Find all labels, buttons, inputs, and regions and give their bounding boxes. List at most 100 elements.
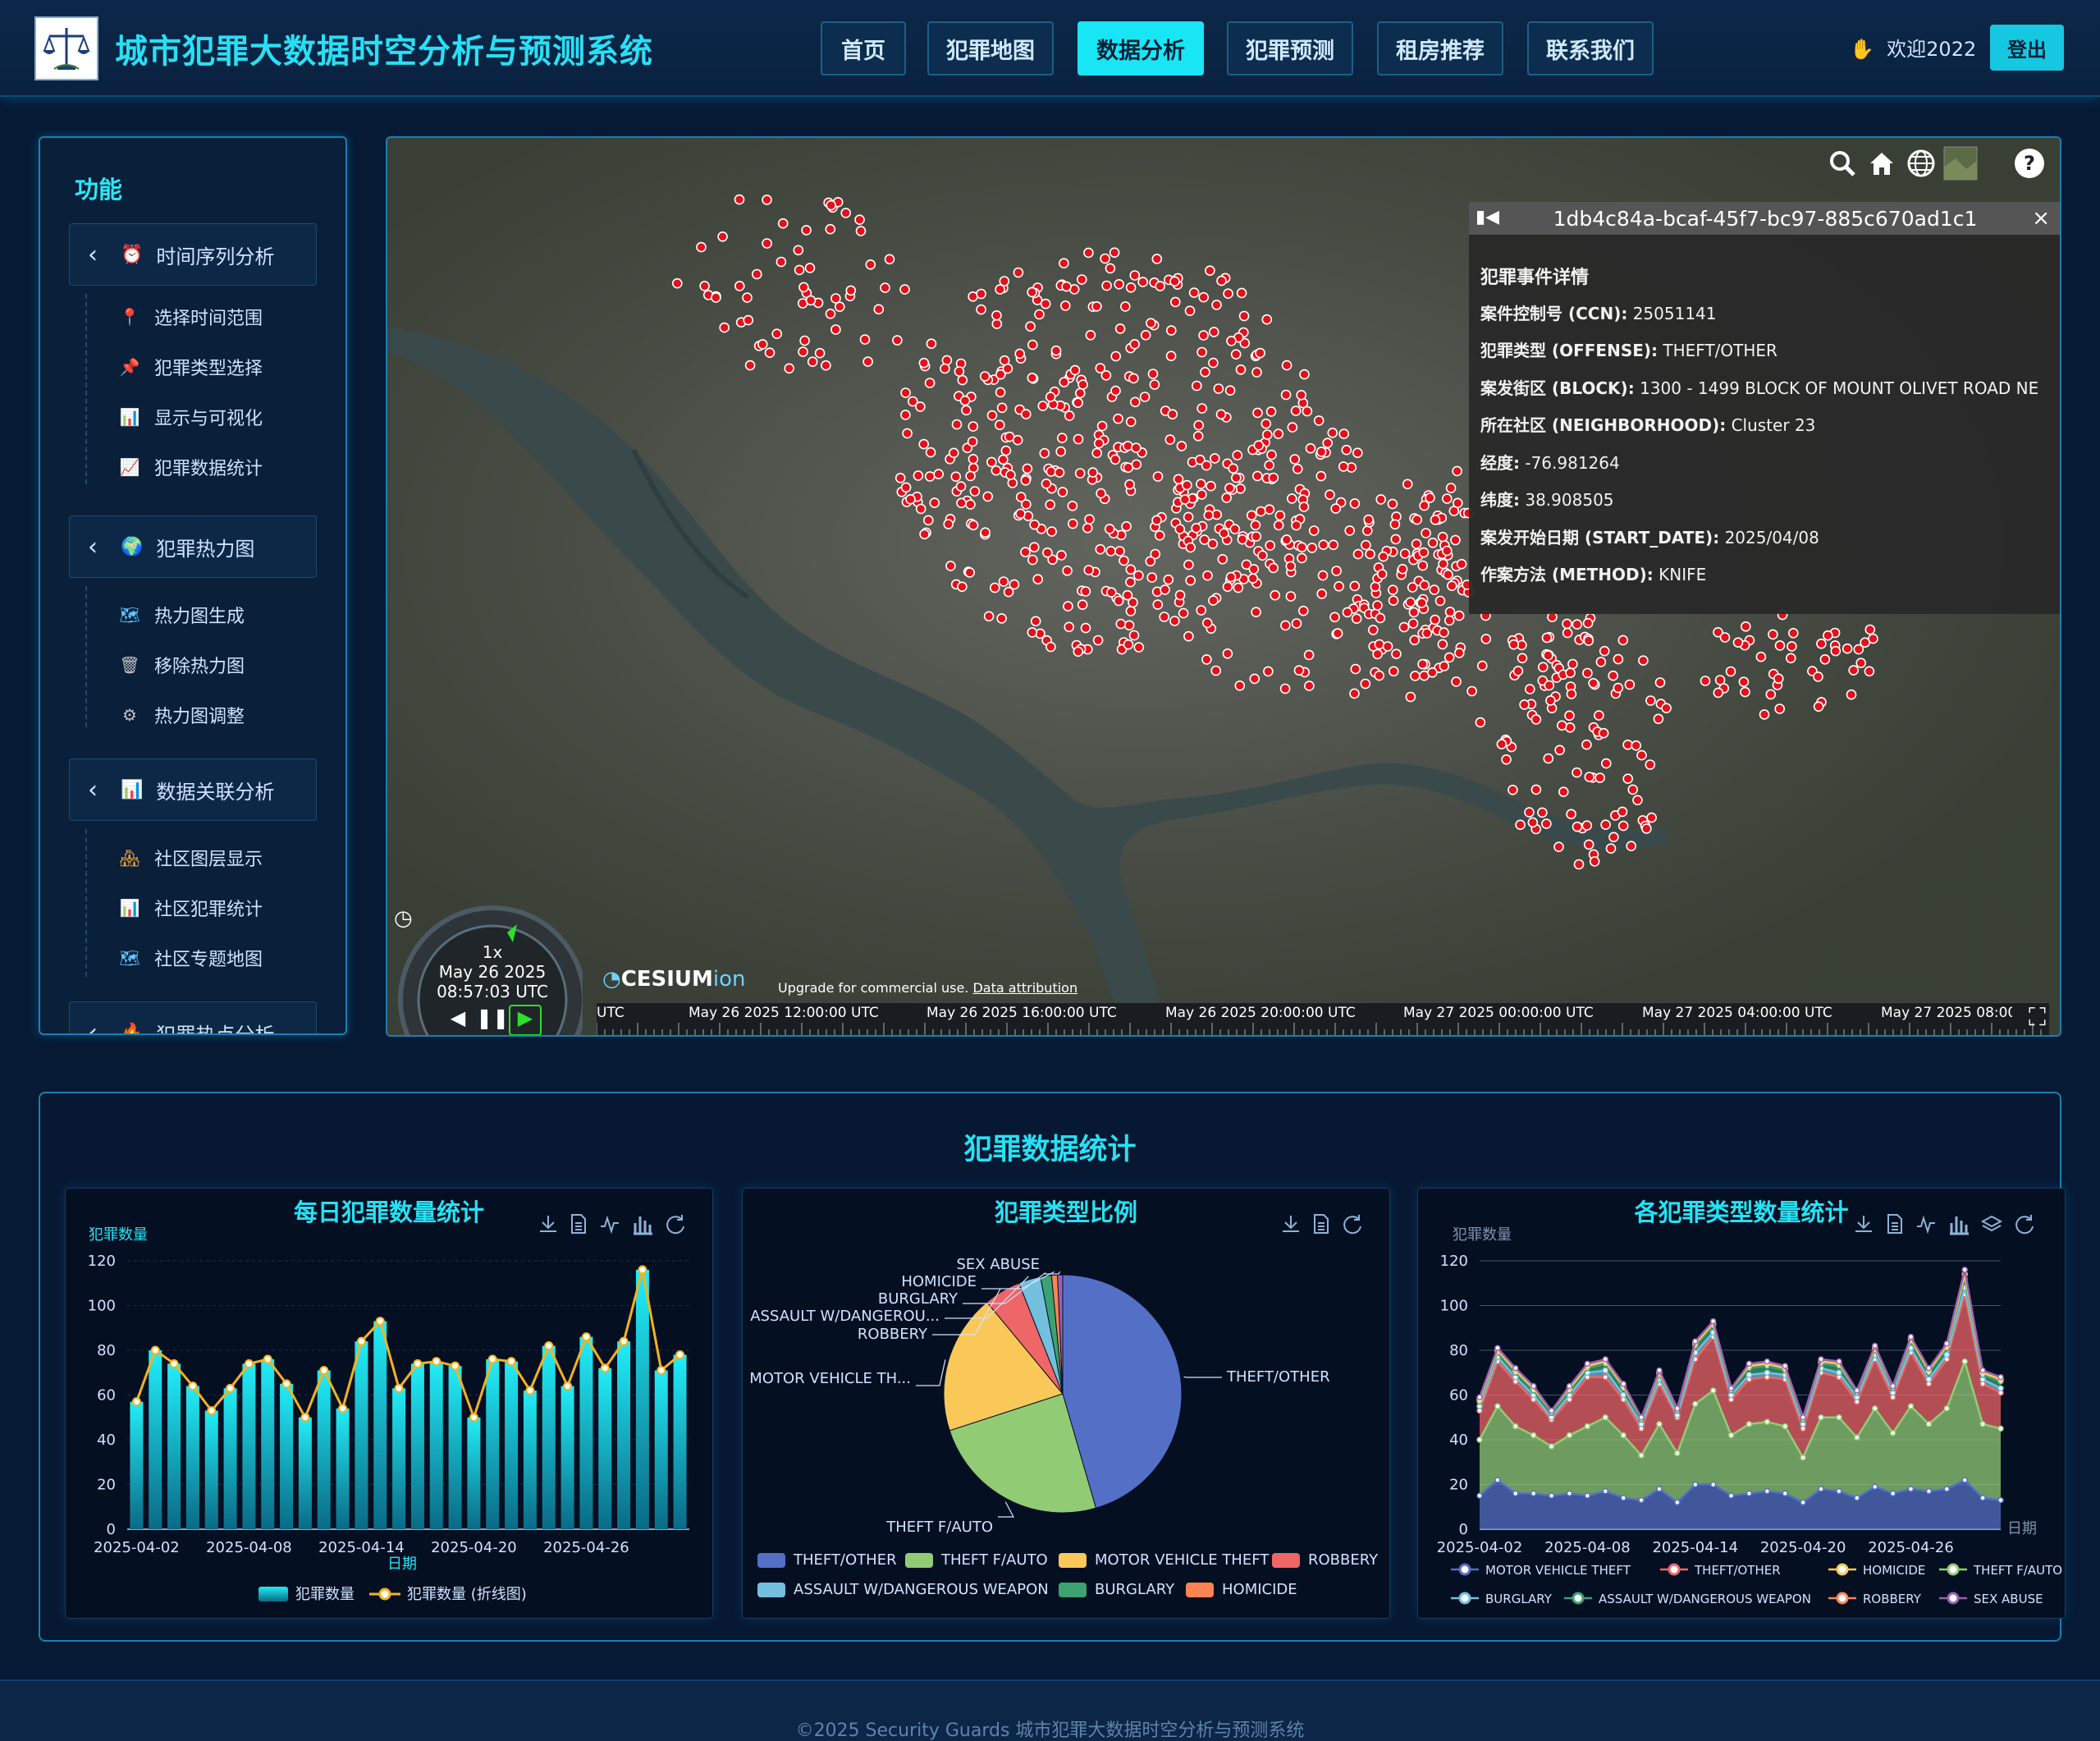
crime-point[interactable] xyxy=(1176,441,1187,451)
crime-point[interactable] xyxy=(1306,543,1318,553)
crime-point[interactable] xyxy=(1193,419,1205,431)
area-point[interactable] xyxy=(1889,1382,1896,1390)
area-point[interactable] xyxy=(1638,1414,1645,1421)
crime-point[interactable] xyxy=(1362,525,1373,536)
crime-point[interactable] xyxy=(1419,500,1430,511)
crime-point[interactable] xyxy=(1091,301,1102,312)
crime-point[interactable] xyxy=(1188,287,1200,298)
document-icon[interactable] xyxy=(1887,1214,1902,1234)
crime-point[interactable] xyxy=(996,402,1008,414)
crime-point[interactable] xyxy=(1598,727,1609,739)
crime-point[interactable] xyxy=(1501,754,1512,765)
crime-point[interactable] xyxy=(979,371,991,382)
crime-point[interactable] xyxy=(1123,440,1133,451)
line-point[interactable] xyxy=(300,1413,310,1423)
crime-point[interactable] xyxy=(959,395,971,406)
crime-point[interactable] xyxy=(1378,551,1389,562)
crime-point[interactable] xyxy=(696,241,707,253)
download-icon[interactable] xyxy=(1855,1216,1872,1232)
crime-point[interactable] xyxy=(1581,739,1592,750)
crime-point[interactable] xyxy=(1196,479,1206,489)
area-point[interactable] xyxy=(1854,1387,1860,1394)
crime-point[interactable] xyxy=(1209,453,1220,464)
area-point[interactable] xyxy=(1566,1382,1573,1390)
crime-point[interactable] xyxy=(1199,534,1210,545)
area-point[interactable] xyxy=(1548,1407,1555,1414)
crime-point[interactable] xyxy=(1085,330,1096,341)
crime-point[interactable] xyxy=(1185,575,1196,586)
crime-point[interactable] xyxy=(1613,682,1624,694)
crime-point[interactable] xyxy=(1264,504,1275,515)
crime-point[interactable] xyxy=(1443,652,1455,663)
crime-point[interactable] xyxy=(1128,373,1139,384)
crime-point[interactable] xyxy=(922,515,934,526)
crime-point[interactable] xyxy=(1185,542,1196,553)
crime-point[interactable] xyxy=(764,347,775,359)
crime-point[interactable] xyxy=(1105,263,1116,274)
crime-point[interactable] xyxy=(1123,620,1135,631)
crime-point[interactable] xyxy=(1169,276,1180,287)
crime-point[interactable] xyxy=(1605,843,1617,854)
home-icon[interactable] xyxy=(1864,146,1899,181)
crime-point[interactable] xyxy=(1169,296,1181,308)
crime-point[interactable] xyxy=(1045,641,1056,653)
crime-point[interactable] xyxy=(1198,330,1209,341)
bar[interactable] xyxy=(298,1417,312,1529)
crime-point[interactable] xyxy=(907,396,918,407)
area-point[interactable] xyxy=(1602,1356,1609,1363)
area-point[interactable] xyxy=(1800,1455,1806,1461)
crime-point[interactable] xyxy=(1191,522,1202,534)
crime-point[interactable] xyxy=(1402,479,1413,490)
crime-point[interactable] xyxy=(1725,666,1736,677)
crime-point[interactable] xyxy=(1255,347,1265,359)
crime-point[interactable] xyxy=(1234,680,1246,691)
crime-point[interactable] xyxy=(744,360,756,371)
crime-point[interactable] xyxy=(1370,581,1381,593)
crime-point[interactable] xyxy=(1231,472,1242,483)
crime-point[interactable] xyxy=(1056,433,1068,443)
line-point[interactable] xyxy=(469,1413,478,1423)
crime-point[interactable] xyxy=(1430,514,1441,525)
area-point[interactable] xyxy=(1979,1367,1986,1374)
crime-point[interactable] xyxy=(1046,526,1057,537)
sidebar-group-time-series[interactable]: ‹ ⏰ 时间序列分析 xyxy=(69,223,317,286)
crime-point[interactable] xyxy=(777,218,789,229)
crime-point[interactable] xyxy=(1159,612,1170,622)
area-point[interactable] xyxy=(1871,1483,1878,1490)
crime-point[interactable] xyxy=(1012,434,1023,446)
sidebar-item-heatmap-adjust[interactable]: ⚙ 热力图调整 xyxy=(118,699,245,731)
bar[interactable] xyxy=(429,1361,443,1529)
crime-point[interactable] xyxy=(1315,447,1327,457)
sidebar-group-correlation[interactable]: ‹ 📊 数据关联分析 xyxy=(69,758,317,821)
bar[interactable] xyxy=(185,1386,199,1529)
crime-point[interactable] xyxy=(1434,595,1446,607)
crime-point[interactable] xyxy=(1246,510,1257,521)
crime-point[interactable] xyxy=(1146,572,1158,583)
crime-point[interactable] xyxy=(1074,387,1086,399)
crime-point[interactable] xyxy=(996,613,1007,624)
crime-point[interactable] xyxy=(1265,540,1275,551)
bar[interactable] xyxy=(355,1341,368,1529)
crime-point[interactable] xyxy=(825,309,836,319)
crime-point[interactable] xyxy=(1541,818,1552,829)
crime-point[interactable] xyxy=(1365,548,1375,560)
area-point[interactable] xyxy=(1997,1385,2004,1392)
crime-point[interactable] xyxy=(1430,614,1440,625)
crime-point[interactable] xyxy=(1223,288,1233,299)
crime-point[interactable] xyxy=(1125,564,1137,575)
crime-point[interactable] xyxy=(1040,298,1051,309)
line-point[interactable] xyxy=(244,1358,254,1368)
crime-point[interactable] xyxy=(968,453,979,465)
area-point[interactable] xyxy=(1727,1385,1735,1392)
crime-point[interactable] xyxy=(1388,584,1398,596)
crime-point[interactable] xyxy=(1572,821,1583,832)
area-point[interactable] xyxy=(1836,1369,1842,1376)
crime-point[interactable] xyxy=(865,259,876,270)
crime-point[interactable] xyxy=(1041,478,1052,489)
area-point[interactable] xyxy=(1602,1373,1609,1381)
area-point[interactable] xyxy=(1548,1492,1555,1499)
crime-point[interactable] xyxy=(1622,773,1633,785)
crime-point[interactable] xyxy=(1251,367,1262,378)
crime-point[interactable] xyxy=(894,472,906,483)
crime-point[interactable] xyxy=(1573,859,1585,870)
